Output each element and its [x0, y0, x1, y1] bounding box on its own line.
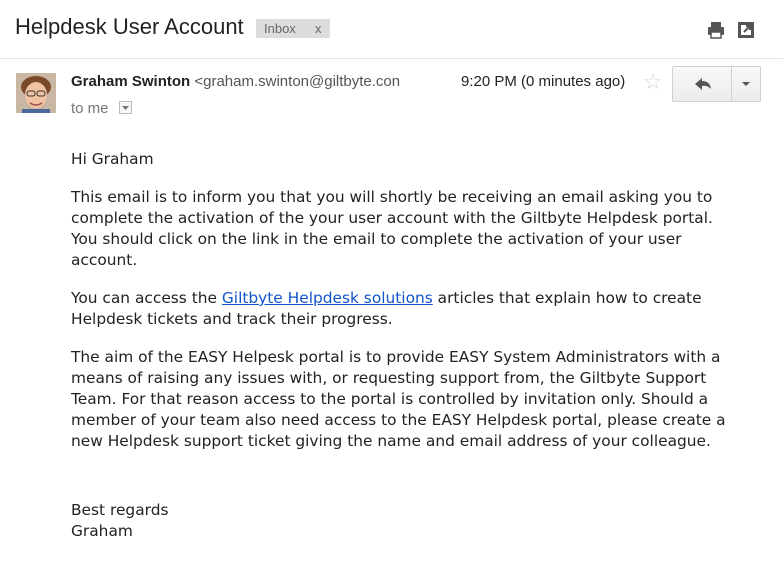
para2-text-before: You can access the: [71, 289, 222, 307]
chevron-down-icon: [742, 82, 750, 86]
inbox-label-chip[interactable]: Inbox x: [256, 19, 330, 38]
email-paragraph-1: This email is to inform you that you wil…: [71, 188, 713, 269]
email-subject: Helpdesk User Account: [15, 14, 244, 39]
more-options-button[interactable]: [732, 67, 760, 101]
popout-icon[interactable]: [736, 20, 756, 40]
sender-avatar[interactable]: [16, 73, 56, 113]
sender-name[interactable]: Graham Swinton: [71, 73, 190, 90]
sender-line: Graham Swinton <graham.swinton@giltbyte.…: [71, 73, 421, 90]
email-signature: Graham: [71, 522, 133, 540]
star-icon[interactable]: ☆: [643, 70, 663, 94]
reply-button[interactable]: [673, 67, 732, 101]
email-greeting: Hi Graham: [71, 150, 154, 168]
email-body: Hi Graham This email is to inform you th…: [71, 149, 731, 542]
email-signoff: Best regards: [71, 501, 169, 519]
email-header-bar: Helpdesk User Account Inbox x: [0, 0, 783, 59]
chevron-down-icon: [121, 106, 129, 110]
email-time: 9:20 PM (0 minutes ago): [461, 73, 626, 90]
label-text: Inbox: [264, 21, 296, 36]
remove-label-button[interactable]: x: [315, 19, 322, 38]
reply-icon: [695, 78, 711, 90]
recipient-details-dropdown[interactable]: [118, 101, 132, 114]
sender-email: <graham.swinton@giltbyte.con: [194, 73, 401, 90]
recipient-line: to me: [71, 100, 132, 117]
reply-button-group: [672, 66, 761, 102]
helpdesk-solutions-link[interactable]: Giltbyte Helpdesk solutions: [222, 289, 433, 307]
recipient-text: to me: [71, 100, 109, 117]
email-paragraph-3: The aim of the EASY Helpesk portal is to…: [71, 348, 726, 450]
print-icon[interactable]: [706, 20, 726, 40]
email-paragraph-2: You can access the Giltbyte Helpdesk sol…: [71, 288, 731, 330]
